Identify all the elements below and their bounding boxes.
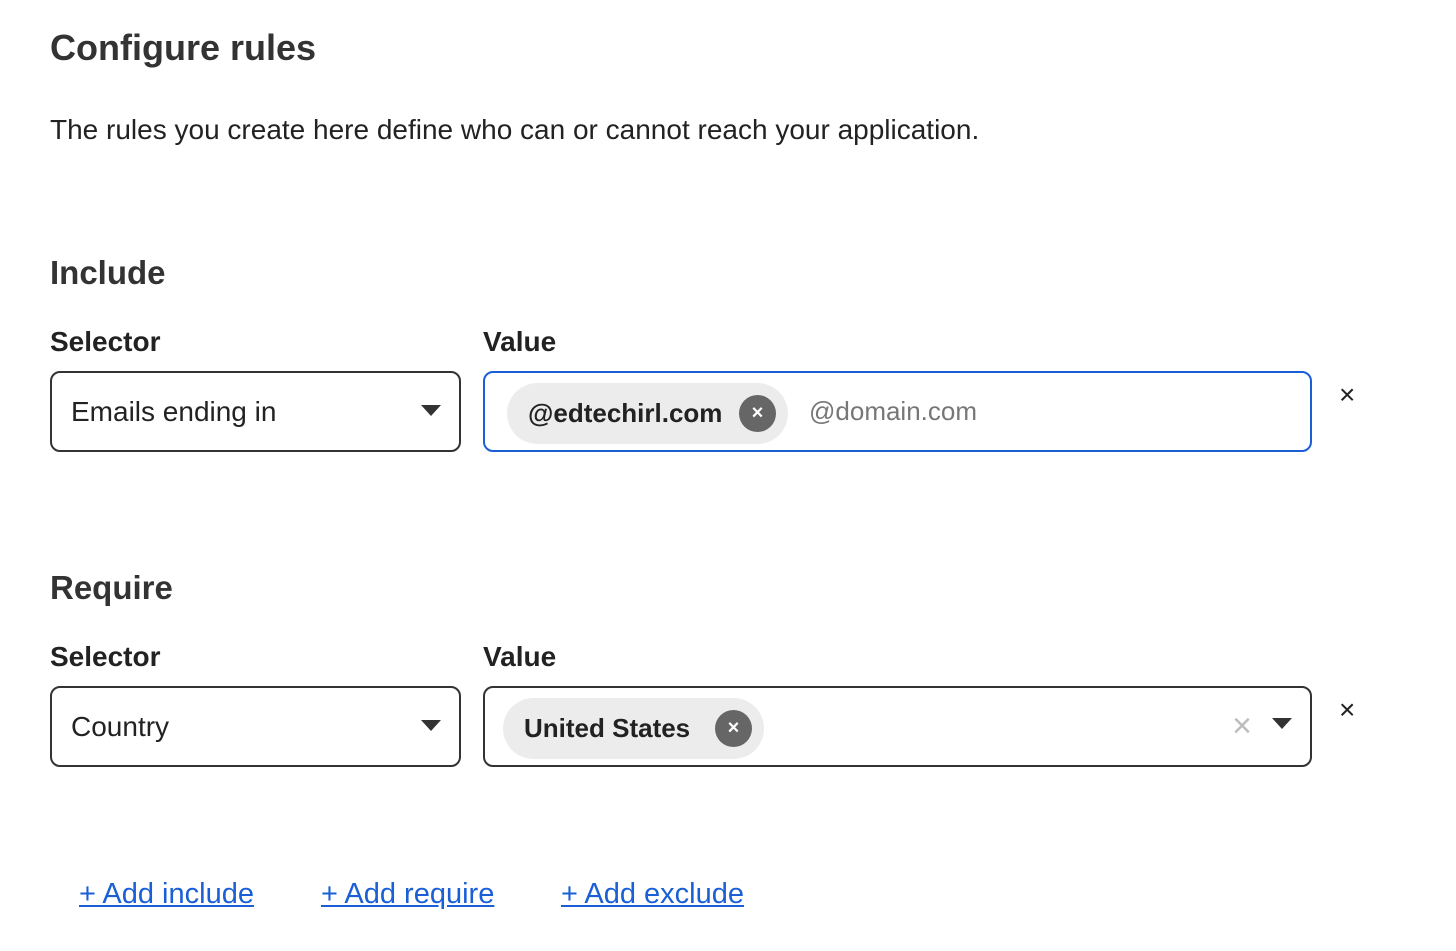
chip-label: @edtechirl.com: [528, 398, 723, 428]
chip-remove-icon[interactable]: ×: [715, 710, 752, 747]
chip-label: United States: [524, 713, 691, 743]
add-exclude-link[interactable]: + Add exclude: [561, 876, 744, 912]
remove-require-row-icon[interactable]: ×: [1339, 695, 1355, 725]
include-selector-value: Emails ending in: [71, 396, 277, 427]
require-value-field[interactable]: United States × ×: [483, 686, 1312, 767]
require-selector-dropdown[interactable]: Country: [50, 686, 461, 767]
include-selector-label: Selector: [50, 326, 161, 357]
include-value-field[interactable]: @edtechirl.com ×: [483, 371, 1312, 452]
value-chip: United States ×: [503, 698, 764, 759]
require-value-label: Value: [483, 641, 557, 672]
page-title: Configure rules: [50, 27, 317, 68]
include-section-title: Include: [50, 254, 166, 291]
value-chip: @edtechirl.com ×: [507, 383, 788, 444]
add-require-link[interactable]: + Add require: [321, 876, 494, 912]
chevron-down-icon[interactable]: [1272, 718, 1292, 729]
require-section-title: Require: [50, 569, 173, 606]
chevron-down-icon: [421, 405, 441, 416]
clear-all-icon[interactable]: ×: [1232, 706, 1252, 746]
include-value-input[interactable]: [809, 389, 1269, 434]
page-description: The rules you create here define who can…: [50, 114, 980, 145]
require-selector-value: Country: [71, 711, 170, 742]
chevron-down-icon: [421, 720, 441, 731]
chip-remove-icon[interactable]: ×: [739, 395, 776, 432]
require-selector-label: Selector: [50, 641, 161, 672]
remove-include-row-icon[interactable]: ×: [1339, 380, 1355, 410]
include-selector-dropdown[interactable]: Emails ending in: [50, 371, 461, 452]
include-value-label: Value: [483, 326, 557, 357]
add-include-link[interactable]: + Add include: [79, 876, 254, 912]
